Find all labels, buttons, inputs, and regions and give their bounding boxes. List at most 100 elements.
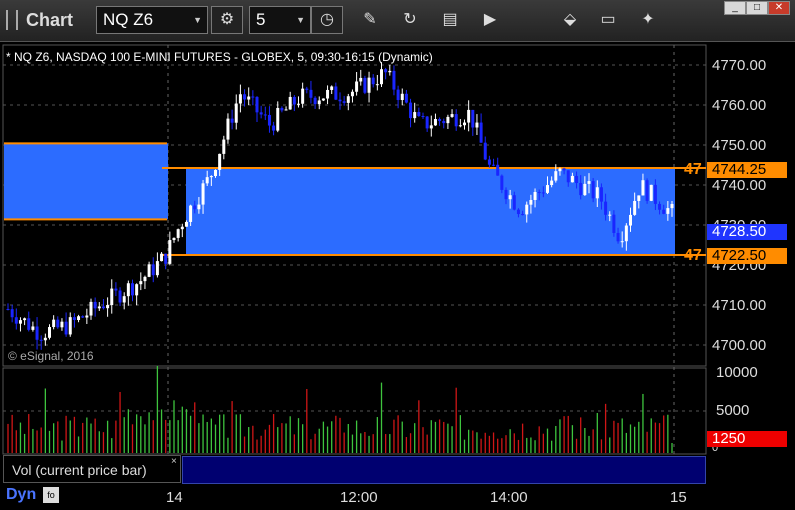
candle-body (404, 93, 408, 103)
candle-body (409, 102, 413, 119)
candle-body (620, 241, 624, 243)
candle-body (421, 116, 425, 118)
dynamic-mode-label[interactable]: Dyn (6, 486, 36, 504)
candle-body (31, 326, 35, 330)
candle-body (330, 86, 334, 90)
candle-body (326, 89, 330, 99)
candle-body (122, 296, 126, 303)
candle-body (259, 112, 263, 115)
candle-body (272, 125, 276, 131)
candle-body (72, 317, 76, 321)
chart-canvas[interactable] (0, 42, 795, 510)
lock-icon[interactable]: fo (43, 487, 59, 503)
candle-body (180, 226, 184, 230)
candle-body (479, 122, 483, 143)
candle-body (533, 192, 537, 200)
candle-body (110, 288, 114, 306)
draw-tool-button[interactable]: ✎ (356, 6, 384, 34)
candle-body (400, 93, 404, 100)
candle-body (230, 118, 234, 123)
candle-body (649, 184, 653, 201)
candle-body (155, 261, 159, 276)
get-button[interactable]: ▤ (436, 6, 464, 34)
candle-body (587, 181, 591, 184)
candle-body (658, 203, 662, 210)
candle-body (433, 119, 437, 126)
candle-body (135, 284, 139, 296)
play-button[interactable]: ▶ (476, 6, 504, 34)
price-tick: 4770.00 (712, 57, 767, 74)
symbol-settings-button[interactable]: ⚙ (211, 6, 243, 34)
minimize-button[interactable]: _ (724, 1, 746, 15)
chevron-down-icon: ▼ (296, 15, 305, 25)
candle-body (575, 175, 579, 183)
refresh-chart-icon: ↻ (403, 11, 417, 28)
symbol-value: NQ Z6 (103, 10, 154, 29)
candle-body (48, 327, 51, 338)
candle-body (238, 94, 242, 104)
chart-label: Chart (26, 10, 74, 30)
candle-body (64, 321, 68, 335)
chevron-down-icon: ▼ (193, 15, 202, 25)
candle-body (172, 237, 176, 241)
candle-body (89, 301, 93, 316)
chart-title: * NQ Z6, NASDAQ 100 E-MINI FUTURES - GLO… (6, 50, 433, 64)
drag-grip[interactable] (6, 10, 18, 30)
candle-body (562, 168, 566, 171)
candle-body (176, 229, 180, 238)
candle-body (388, 70, 392, 73)
candle-body (226, 118, 230, 140)
volume-panel-label[interactable]: Vol (current price bar) (3, 455, 181, 483)
candle-body (500, 175, 504, 190)
candle-body (43, 337, 47, 341)
interval-settings-button[interactable]: ◷ (311, 6, 343, 34)
chat-button[interactable]: ▭ (594, 6, 622, 34)
candle-body (645, 180, 649, 201)
candle-body (151, 264, 155, 276)
candle-body (546, 185, 549, 193)
pencil-icon: ✎ (363, 11, 377, 28)
candle-body (313, 97, 317, 105)
candle-body (297, 103, 300, 105)
candle-body (463, 122, 466, 126)
candle-body (193, 205, 197, 210)
candle-body (247, 96, 251, 100)
candle-body (380, 69, 383, 85)
candle-body (317, 100, 321, 105)
candle-body (591, 181, 595, 199)
candle-body (487, 159, 491, 165)
tools-button[interactable]: ⬙ (556, 6, 584, 34)
prior-value-zone (4, 143, 168, 220)
candle-body (35, 326, 39, 340)
symbol-combo[interactable]: NQ Z6 ▼ (96, 6, 208, 34)
candle-body (321, 98, 325, 101)
candle-body (458, 125, 462, 127)
candle-body (197, 204, 201, 210)
maximize-button[interactable]: □ (746, 1, 768, 15)
candle-body (209, 176, 213, 178)
candle-body (550, 180, 554, 186)
candle-body (359, 77, 363, 82)
time-tick: 15 (670, 489, 687, 506)
interval-combo[interactable]: 5 ▼ (249, 6, 311, 34)
candle-body (558, 168, 562, 172)
price-tick: 4710.00 (712, 297, 767, 314)
candle-body (579, 182, 583, 196)
studies-button[interactable]: ↻ (396, 6, 424, 34)
candle-body (429, 125, 433, 129)
last-price-tag: 4728.50 (707, 224, 787, 240)
price-tick: 4740.00 (712, 177, 767, 194)
candle-body (492, 164, 496, 166)
volume-tick: 10000 (716, 364, 758, 381)
candle-body (106, 305, 110, 309)
candle-body (662, 209, 666, 214)
price-tick: 4700.00 (712, 337, 767, 354)
candle-body (160, 253, 164, 262)
candle-body (292, 96, 296, 105)
candle-body (595, 187, 599, 199)
close-icon[interactable]: × (171, 456, 177, 467)
candle-body (97, 306, 101, 309)
close-button[interactable]: ✕ (768, 1, 790, 15)
candle-body (604, 201, 608, 215)
twitter-button[interactable]: ✦ (634, 6, 662, 34)
